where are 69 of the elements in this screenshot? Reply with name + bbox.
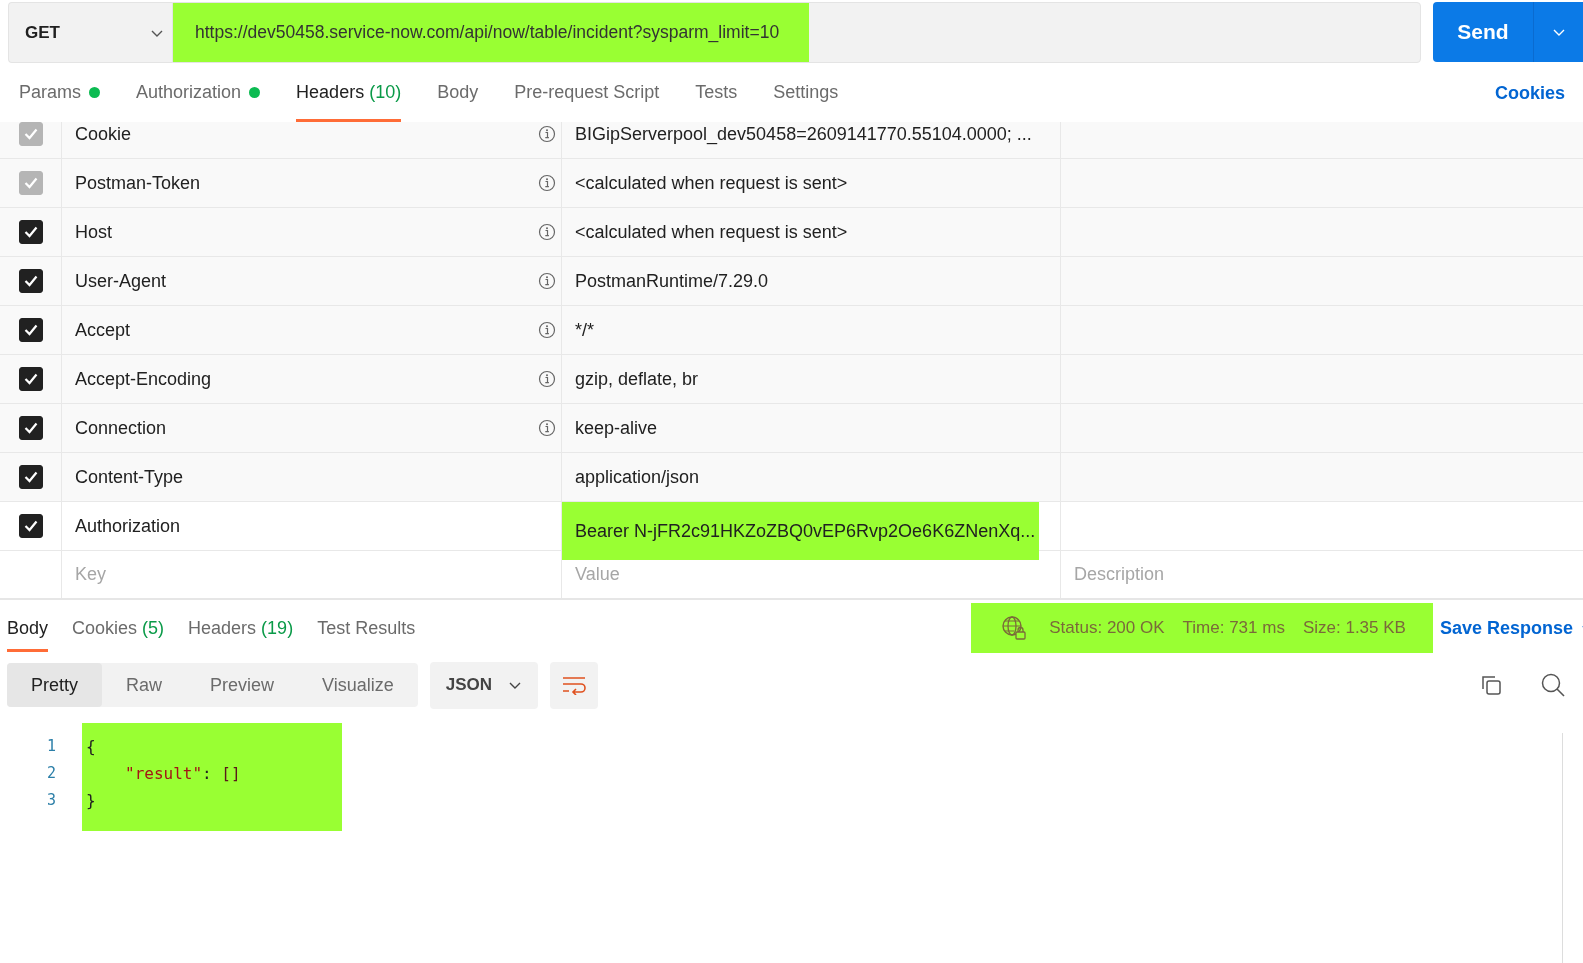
cookies-link[interactable]: Cookies xyxy=(1494,63,1565,122)
header-key: Host xyxy=(75,221,112,243)
view-mode-tab[interactable]: Raw xyxy=(102,663,187,707)
checkmark-icon xyxy=(23,128,38,140)
line-number: 1 xyxy=(45,736,57,757)
request-tab[interactable]: Body xyxy=(437,63,479,122)
request-tab[interactable]: Authorization xyxy=(136,63,261,122)
header-key: Postman-Token xyxy=(75,172,201,194)
checkmark-icon xyxy=(23,422,38,434)
response-tab[interactable]: Headers (19) xyxy=(188,604,294,652)
globe-lock-icon xyxy=(1001,615,1028,641)
save-response-button[interactable]: Save Response xyxy=(1432,617,1583,639)
checkmark-icon xyxy=(23,275,38,287)
view-mode-tab[interactable]: Preview xyxy=(186,663,299,707)
request-tab[interactable]: Tests xyxy=(695,63,738,122)
checkmark-icon xyxy=(23,520,38,532)
request-tab[interactable]: Params xyxy=(19,63,100,122)
request-tab[interactable]: Pre-request Script xyxy=(514,63,660,122)
url-text: https://dev50458.service-now.com/api/now/table/incident?sysparm_limit=10 xyxy=(173,3,810,62)
checkbox[interactable] xyxy=(18,367,43,391)
wrap-lines-icon xyxy=(561,675,588,695)
response-tab[interactable]: Cookies (5) xyxy=(72,604,165,652)
send-button[interactable]: Send xyxy=(1433,2,1533,62)
magnifier-icon xyxy=(1540,672,1566,698)
header-value: keep-alive xyxy=(575,416,658,440)
checkmark-icon xyxy=(23,177,38,189)
header-value: application/json xyxy=(575,465,700,489)
response-tab[interactable]: Test Results xyxy=(317,604,416,652)
checkbox[interactable] xyxy=(18,269,43,293)
header-value: <calculated when request is sent> xyxy=(575,171,848,195)
request-tab[interactable]: Settings xyxy=(773,63,839,122)
code-line: { xyxy=(85,736,97,758)
format-dropdown[interactable]: JSON xyxy=(429,661,539,709)
header-key: Accept-Encoding xyxy=(75,368,212,390)
code-line: "result": [] xyxy=(124,763,242,785)
header-value: PostmanRuntime/7.29.0 xyxy=(575,269,769,293)
checkmark-icon xyxy=(23,324,38,336)
time-text: Time: 731 ms xyxy=(1182,618,1285,638)
line-number: 2 xyxy=(45,763,57,784)
checkbox[interactable] xyxy=(18,416,43,440)
header-value: BIGipServerpool_dev50458=2609141770.55104.0000; ... xyxy=(575,122,1032,147)
checkmark-icon xyxy=(23,471,38,483)
url-field[interactable]: https://dev50458.service-now.com/api/now/table/incident?sysparm_limit=10 xyxy=(172,2,1421,63)
checkmark-icon xyxy=(23,226,38,238)
size-text: Size: 1.35 KB xyxy=(1302,618,1406,638)
checkbox[interactable] xyxy=(18,318,43,342)
header-value: */* xyxy=(575,318,594,342)
checkbox[interactable] xyxy=(18,465,43,489)
line-number: 3 xyxy=(45,790,57,811)
header-key: Connection xyxy=(75,417,167,439)
wrap-lines-button[interactable] xyxy=(550,661,599,709)
header-key: Content-Type xyxy=(75,466,184,488)
response-tab[interactable]: Body xyxy=(7,604,49,652)
method-dropdown[interactable]: GET xyxy=(8,2,172,63)
header-key: Cookie xyxy=(75,123,132,145)
header-key: User-Agent xyxy=(75,270,167,292)
code-line: } xyxy=(85,790,97,812)
header-key: Accept xyxy=(75,319,131,341)
header-key: Authorization xyxy=(75,515,181,537)
copy-glyph-icon xyxy=(1479,673,1503,697)
view-mode-tab[interactable]: Visualize xyxy=(298,663,418,707)
view-mode-tab[interactable]: Pretty xyxy=(7,663,102,707)
checkbox[interactable] xyxy=(18,220,43,244)
header-value: gzip, deflate, br xyxy=(575,367,699,391)
checkmark-icon xyxy=(23,373,38,385)
checkbox[interactable] xyxy=(18,514,43,538)
status-text: Status: 200 OK xyxy=(1049,618,1165,638)
header-value: <calculated when request is sent> xyxy=(575,220,848,244)
header-value: Bearer N-jFR2c91HKZoZBQ0vEP6Rvp2Oe6K6ZNenXq... xyxy=(562,502,1040,560)
